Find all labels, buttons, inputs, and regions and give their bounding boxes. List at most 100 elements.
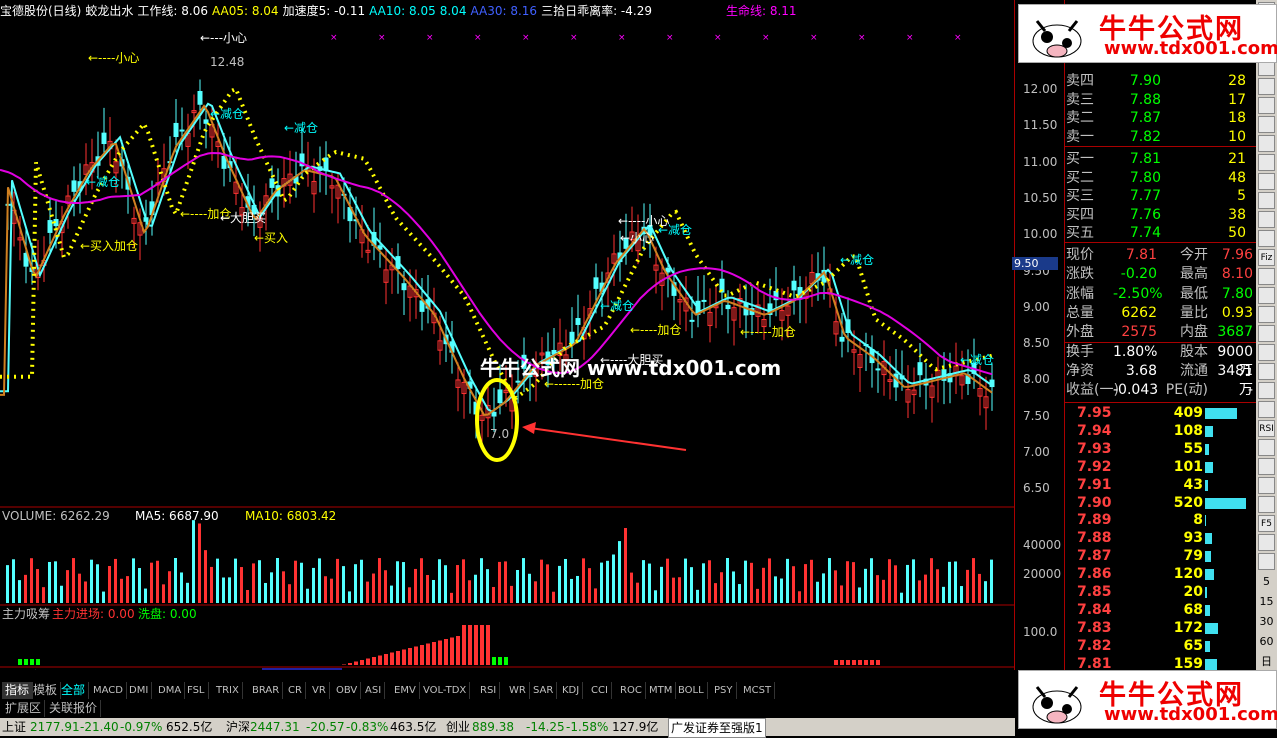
indicator-tab[interactable]: BRAR — [249, 682, 284, 699]
volume-bar — [342, 566, 345, 603]
price-volume-row: 7.90 520 — [1065, 494, 1256, 513]
order-level-label: 卖二 — [1066, 110, 1094, 126]
toolbar-button[interactable] — [1258, 534, 1275, 551]
order-price: 7.87 — [1129, 110, 1161, 126]
volume-bar — [414, 568, 417, 603]
top-marker: × — [378, 33, 386, 43]
toolbar-button[interactable]: 60 — [1258, 633, 1275, 650]
toolbar-button[interactable] — [1258, 230, 1275, 247]
indicator-tab[interactable]: DMA — [155, 682, 186, 699]
order-book-row: 卖一 7.82 10 — [1065, 128, 1256, 146]
candle-body — [665, 267, 671, 273]
indicator-tab[interactable]: OBV — [333, 682, 362, 699]
toolbar-button[interactable] — [1258, 97, 1275, 114]
indicator-tab[interactable]: VR — [309, 682, 330, 699]
toolbar-button[interactable] — [1258, 78, 1275, 95]
indicator-tab[interactable]: WR — [506, 682, 530, 699]
indicator-tab[interactable]: DMI — [126, 682, 153, 699]
volume-bar — [702, 563, 705, 603]
top-marker: × — [522, 33, 530, 43]
toolbar-button[interactable] — [1258, 173, 1275, 190]
stat-label: 收益(一) — [1066, 382, 1119, 399]
toolbar-button[interactable] — [1258, 496, 1275, 513]
toolbar-button[interactable] — [1258, 553, 1275, 570]
stat-value: -0.043 — [1113, 382, 1159, 399]
kline-chart[interactable]: 宝德股份(日线) 蛟龙出水 工作线: 8.06 AA05: 8.04 加速度5: -0.… — [0, 0, 1014, 670]
toolbar-button[interactable]: 日 — [1258, 653, 1275, 670]
toolbar-button[interactable] — [1258, 154, 1275, 171]
tick-price: 7.95 — [1077, 405, 1112, 421]
indicator-tab[interactable]: RSI — [477, 682, 501, 699]
toolbar-button[interactable] — [1258, 192, 1275, 209]
toolbar-button[interactable] — [1258, 382, 1275, 399]
order-price: 7.90 — [1129, 73, 1161, 89]
status-item: -1.58% — [566, 720, 609, 734]
price-volume-row: 7.91 43 — [1065, 476, 1256, 495]
signal-annotation: ←买入 — [254, 231, 288, 245]
toolbar-button[interactable]: Fiz — [1258, 249, 1275, 266]
toolbar-button[interactable] — [1258, 477, 1275, 494]
indicator-tab[interactable]: MTM — [646, 682, 677, 699]
toolbar-button[interactable]: F5 — [1258, 515, 1275, 532]
price-volume-row: 7.88 93 — [1065, 529, 1256, 548]
price-plot[interactable]: × × × × × × × × × × × × × × ←----小心 ←---小心 12.48 ←减仓 ←减仓 ←减… — [0, 0, 1014, 670]
volume-bar — [96, 564, 99, 603]
toolbar-button[interactable] — [1258, 116, 1275, 133]
zl-bar — [372, 657, 376, 665]
toolbar-button[interactable] — [1258, 439, 1275, 456]
indicator-tab[interactable]: ASI — [362, 682, 386, 699]
volume-value: VOLUME: 6262.29 — [2, 509, 110, 523]
toolbar-button[interactable] — [1258, 135, 1275, 152]
volume-bar — [828, 558, 831, 603]
indicator-tab[interactable]: ROC — [617, 682, 646, 699]
toolbar-button[interactable] — [1258, 325, 1275, 342]
signal-annotation: ←----小心 — [88, 51, 139, 65]
volume-bar — [630, 572, 633, 603]
tick-volume: 65 — [1183, 637, 1203, 654]
volume-bar — [126, 576, 129, 603]
toolbar-button[interactable] — [1258, 401, 1275, 418]
toolbar-button[interactable] — [1258, 344, 1275, 361]
date-label: 2 — [707, 669, 714, 670]
indicator-tab[interactable]: VOL-TDX — [420, 682, 471, 699]
indicator-tab[interactable]: PSY — [711, 682, 737, 699]
volume-bar — [636, 582, 639, 603]
signal-annotation: ←减仓 — [86, 175, 120, 189]
indicator-tab[interactable]: BOLL — [675, 682, 708, 699]
volume-bar — [258, 560, 261, 603]
date-label: 11 — [367, 669, 381, 670]
zl-bar — [414, 646, 418, 665]
indicator-tab[interactable]: 模板 — [30, 682, 62, 699]
volume-bar — [990, 559, 993, 603]
quote-divider — [1065, 342, 1256, 343]
indicator-tab[interactable]: 全部 — [58, 682, 90, 699]
indicator-tab[interactable]: 指标 — [2, 682, 34, 699]
indicator-tab[interactable]: FSL — [184, 682, 209, 699]
toolbar-button[interactable] — [1258, 211, 1275, 228]
order-level-label: 卖三 — [1066, 91, 1094, 108]
toolbar-button[interactable]: 30 — [1258, 613, 1275, 630]
toolbar-button[interactable] — [1258, 268, 1275, 285]
indicator-tab[interactable]: EMV — [391, 682, 420, 699]
toolbar-button[interactable] — [1258, 363, 1275, 380]
toolbar-button[interactable] — [1258, 287, 1275, 304]
indicator-tab[interactable]: MACD — [90, 682, 127, 699]
indicator-tab[interactable]: CR — [285, 682, 306, 699]
indicator-tab[interactable]: SAR — [530, 682, 558, 699]
extension-tab[interactable]: 关联报价 — [46, 700, 102, 717]
indicator-tab[interactable]: KDJ — [559, 682, 584, 699]
toolbar-button[interactable]: RSI — [1258, 420, 1275, 437]
toolbar-button[interactable] — [1258, 458, 1275, 475]
toolbar-button[interactable]: 5 — [1258, 573, 1275, 590]
indicator-tab[interactable]: CCI — [588, 682, 612, 699]
indicator-tab[interactable]: TRIX — [213, 682, 243, 699]
tick-price: 7.93 — [1077, 440, 1112, 457]
volume-bar — [678, 577, 681, 603]
indicator-tab[interactable]: MCST — [740, 682, 776, 699]
toolbar-button[interactable] — [1258, 306, 1275, 323]
extension-tab[interactable]: 扩展区 — [2, 700, 46, 717]
top-marker: × — [906, 33, 914, 43]
toolbar-button[interactable]: 15 — [1258, 593, 1275, 610]
volume-bar — [60, 585, 63, 603]
top-marker: × — [810, 33, 818, 43]
